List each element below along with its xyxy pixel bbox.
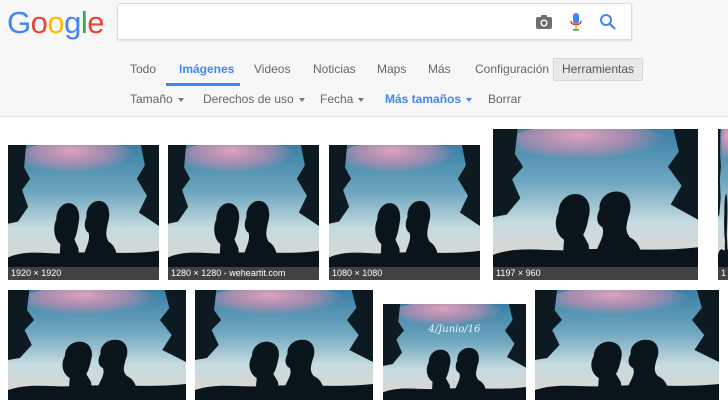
- image-overlay-text: 4/Junio/16: [428, 324, 481, 335]
- tab-more[interactable]: Más: [428, 50, 451, 86]
- microphone-icon[interactable]: [566, 12, 586, 32]
- image-dimensions-caption: 1920 × 1920: [8, 267, 159, 280]
- image-result[interactable]: 4/Junio/16: [383, 304, 526, 400]
- image-result[interactable]: 1080 × 1080: [329, 145, 480, 280]
- image-result[interactable]: 1280 × 1280 - weheartit.com: [168, 145, 319, 280]
- couple-silhouette-image: [8, 145, 159, 280]
- google-logo[interactable]: Google: [7, 5, 105, 40]
- camera-icon[interactable]: [534, 12, 554, 32]
- filter-clear[interactable]: Borrar: [488, 88, 521, 112]
- logo-letter: o: [47, 5, 65, 40]
- image-dimensions-caption: 1280 × 1280 - weheartit.com: [168, 267, 319, 280]
- image-dimensions-caption: 1197 × 960: [493, 267, 698, 280]
- couple-silhouette-image: [329, 145, 480, 280]
- caret-down-icon: [358, 97, 365, 102]
- image-result[interactable]: 1: [718, 129, 728, 280]
- filter-date-label: Fecha: [320, 92, 354, 106]
- couple-silhouette-image: [383, 304, 526, 400]
- header: Google Todo Imágenes Videos Noticias Map…: [0, 0, 728, 117]
- tools-button[interactable]: Herramientas: [553, 58, 643, 81]
- couple-silhouette-image: [535, 290, 719, 400]
- caret-down-icon: [466, 97, 473, 102]
- search-icon[interactable]: [598, 12, 618, 32]
- couple-silhouette-image: [493, 129, 698, 280]
- filter-more-sizes[interactable]: Más tamaños: [385, 88, 473, 112]
- couple-silhouette-image: [168, 145, 319, 280]
- couple-silhouette-image: [195, 290, 373, 400]
- image-results: 1920 × 1920 1280 × 1280 - weheartit.com …: [0, 118, 728, 400]
- caret-down-icon: [298, 97, 305, 102]
- logo-letter: o: [30, 5, 48, 40]
- image-dimensions-caption: 1: [718, 267, 728, 280]
- logo-letter: e: [87, 5, 105, 40]
- filter-more-sizes-label: Más tamaños: [385, 92, 462, 106]
- filter-usage-rights-label: Derechos de uso: [203, 92, 294, 106]
- search-input[interactable]: [128, 10, 518, 34]
- search-box[interactable]: [117, 3, 632, 40]
- caret-down-icon: [177, 97, 184, 102]
- tab-news[interactable]: Noticias: [313, 50, 356, 86]
- image-result[interactable]: [8, 290, 186, 400]
- filter-usage-rights[interactable]: Derechos de uso: [203, 88, 305, 112]
- couple-silhouette-image: [718, 129, 728, 280]
- tab-videos[interactable]: Videos: [254, 50, 290, 86]
- logo-letter: G: [7, 5, 31, 40]
- image-result[interactable]: [195, 290, 373, 400]
- filter-size-label: Tamaño: [130, 92, 173, 106]
- active-tab-indicator: [166, 83, 240, 86]
- image-result[interactable]: 1197 × 960: [493, 129, 698, 280]
- filter-bar: Tamaño Derechos de uso Fecha Más tamaños…: [0, 88, 728, 112]
- image-result[interactable]: 1920 × 1920: [8, 145, 159, 280]
- tab-maps[interactable]: Maps: [377, 50, 406, 86]
- couple-silhouette-image: [8, 290, 186, 400]
- tab-settings[interactable]: Configuración: [475, 50, 549, 86]
- filter-size[interactable]: Tamaño: [130, 88, 184, 112]
- tab-images[interactable]: Imágenes: [179, 50, 234, 86]
- image-dimensions-caption: 1080 × 1080: [329, 267, 480, 280]
- filter-date[interactable]: Fecha: [320, 88, 365, 112]
- image-result[interactable]: [535, 290, 719, 400]
- logo-letter: g: [64, 5, 81, 40]
- tab-all[interactable]: Todo: [130, 50, 156, 86]
